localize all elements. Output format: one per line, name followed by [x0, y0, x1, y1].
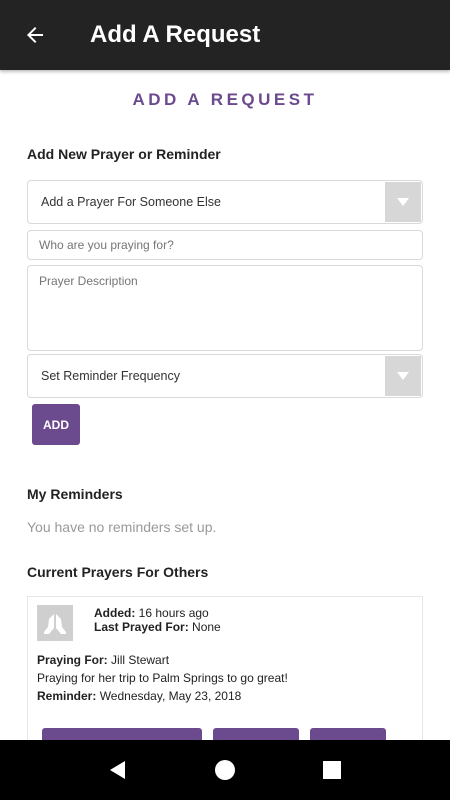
nav-home-circle-icon — [214, 760, 235, 780]
added-value: 16 hours ago — [138, 606, 209, 620]
app-bar: Add A Request — [0, 0, 450, 70]
prayer-card: Added: 16 hours ago Last Prayed For: Non… — [27, 596, 423, 740]
back-button[interactable] — [0, 0, 70, 70]
no-reminders-text: You have no reminders set up. — [27, 519, 217, 535]
main-content: ADD A REQUEST Add New Prayer or Reminder… — [0, 70, 450, 740]
reminder-value: Wednesday, May 23, 2018 — [99, 689, 242, 703]
reminder-line: Reminder: Wednesday, May 23, 2018 — [37, 689, 241, 703]
reminder-frequency-select[interactable]: Set Reminder Frequency — [27, 354, 423, 398]
reminder-label: Reminder: — [37, 689, 97, 703]
nav-recents-square-icon — [322, 761, 341, 779]
prayer-description-text: Praying for her trip to Palm Springs to … — [37, 671, 288, 685]
nav-home-button[interactable] — [205, 750, 245, 790]
add-prayer-section-title: Add New Prayer or Reminder — [27, 146, 221, 162]
praying-hands-icon — [37, 605, 73, 641]
praying-for-line: Praying For: Jill Stewart — [37, 653, 169, 667]
my-reminders-title: My Reminders — [27, 486, 123, 502]
dropdown-arrow-icon — [385, 356, 421, 396]
nav-back-triangle-icon — [110, 761, 126, 779]
praying-for-label: Praying For: — [37, 653, 108, 667]
page-title: Add A Request — [90, 21, 261, 48]
prayer-type-select[interactable]: Add a Prayer For Someone Else — [27, 180, 423, 224]
add-button[interactable]: ADD — [32, 404, 80, 445]
page-heading: ADD A REQUEST — [132, 90, 318, 109]
dropdown-arrow-icon — [385, 182, 421, 222]
prayer-action-button-3[interactable] — [310, 728, 386, 740]
nav-back-button[interactable] — [98, 750, 138, 790]
system-nav-bar — [0, 740, 450, 800]
last-prayed-label: Last Prayed For: — [94, 620, 189, 634]
last-prayed-line: Last Prayed For: None — [94, 620, 221, 634]
praying-for-input[interactable] — [27, 230, 423, 260]
added-line: Added: 16 hours ago — [94, 606, 209, 620]
last-prayed-value: None — [192, 620, 221, 634]
nav-recents-button[interactable] — [312, 750, 352, 790]
reminder-frequency-value: Set Reminder Frequency — [41, 369, 180, 383]
prayer-action-button-2[interactable] — [213, 728, 299, 740]
prayer-type-value: Add a Prayer For Someone Else — [41, 195, 221, 209]
prayer-description-field[interactable] — [27, 265, 423, 351]
prayer-action-button-1[interactable] — [42, 728, 202, 740]
added-label: Added: — [94, 606, 136, 620]
praying-for-value: Jill Stewart — [111, 653, 170, 667]
current-prayers-title: Current Prayers For Others — [27, 564, 209, 580]
arrow-left-icon — [27, 27, 43, 43]
